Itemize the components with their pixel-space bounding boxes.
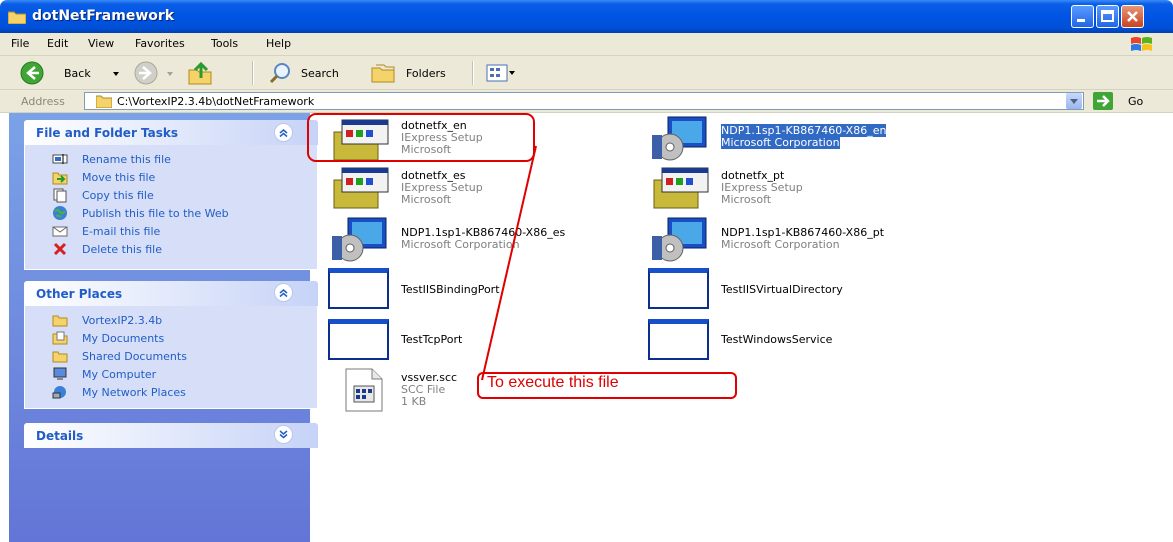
task-publish[interactable]: Publish this file to the Web <box>82 207 229 220</box>
maximize-button[interactable] <box>1096 5 1119 28</box>
toolbar <box>0 56 1173 90</box>
rename-icon <box>52 151 68 167</box>
installer-icon[interactable] <box>648 166 710 210</box>
folders-icon[interactable] <box>370 61 396 85</box>
my-computer-icon <box>52 366 68 382</box>
views-icon[interactable] <box>486 62 516 84</box>
copy-icon <box>52 187 68 203</box>
windows-installer-icon[interactable] <box>328 216 390 262</box>
windows-installer-icon[interactable] <box>648 115 710 161</box>
minimize-button[interactable] <box>1071 5 1094 28</box>
task-email[interactable]: E-mail this file <box>82 225 160 238</box>
folder-icon <box>95 94 113 109</box>
address-dropdown-button[interactable] <box>1066 93 1082 109</box>
panel-title: Details <box>36 429 84 443</box>
delete-icon <box>52 241 68 257</box>
collapse-chevron-icon[interactable] <box>274 283 293 302</box>
file-company: Microsoft Corporation <box>401 238 520 251</box>
annotation-highlight-box <box>307 113 535 162</box>
place-vortexip[interactable]: VortexIP2.3.4b <box>82 314 162 327</box>
task-rename[interactable]: Rename this file <box>82 153 171 166</box>
panel-title: File and Folder Tasks <box>36 126 179 140</box>
back-dropdown-icon[interactable] <box>112 68 120 76</box>
scc-file-icon[interactable] <box>344 368 384 412</box>
file-name[interactable]: TestIISVirtualDirectory <box>721 283 843 296</box>
file-name[interactable]: TestTcpPort <box>401 333 462 346</box>
place-my-documents[interactable]: My Documents <box>82 332 164 345</box>
expand-chevron-icon[interactable] <box>274 425 293 444</box>
application-window-icon[interactable] <box>328 319 389 360</box>
publish-web-icon <box>52 205 68 221</box>
annotation-text: To execute this file <box>487 374 619 391</box>
folder-icon <box>52 312 68 328</box>
toolbar-separator <box>252 61 254 85</box>
windows-installer-icon[interactable] <box>648 216 710 262</box>
file-company: Microsoft <box>721 193 772 206</box>
go-arrow-icon[interactable] <box>1093 92 1113 110</box>
file-name[interactable]: TestIISBindingPort <box>401 283 500 296</box>
installer-icon[interactable] <box>328 166 390 210</box>
search-icon[interactable] <box>268 61 292 85</box>
address-value[interactable]: C:\VortexIP2.3.4b\dotNetFramework <box>117 95 314 108</box>
task-copy[interactable]: Copy this file <box>82 189 154 202</box>
menu-file[interactable]: File <box>11 37 29 50</box>
place-my-computer[interactable]: My Computer <box>82 368 156 381</box>
go-button[interactable]: Go <box>1128 95 1143 108</box>
folder-icon <box>52 348 68 364</box>
file-company: Microsoft Corporation <box>721 238 840 251</box>
toolbar-separator <box>472 61 474 85</box>
network-places-icon <box>52 384 68 400</box>
application-window-icon[interactable] <box>328 268 389 309</box>
explorer-window: dotNetFramework File Edit View Favorites… <box>0 0 1173 542</box>
search-button[interactable]: Search <box>301 67 339 80</box>
file-size: 1 KB <box>401 395 427 408</box>
close-button[interactable] <box>1121 5 1144 28</box>
forward-dropdown-icon[interactable] <box>166 68 174 76</box>
back-button[interactable]: Back <box>64 67 91 80</box>
panel-title: Other Places <box>36 287 123 301</box>
application-window-icon[interactable] <box>648 319 709 360</box>
menu-tools[interactable]: Tools <box>211 37 238 50</box>
task-move[interactable]: Move this file <box>82 171 155 184</box>
file-company: Microsoft Corporation <box>721 136 840 149</box>
move-icon <box>52 169 68 185</box>
task-delete[interactable]: Delete this file <box>82 243 162 256</box>
address-label: Address <box>21 95 65 108</box>
folder-icon <box>7 10 27 25</box>
file-company: Microsoft <box>401 193 452 206</box>
my-documents-icon <box>52 330 68 346</box>
windows-logo-icon <box>1128 35 1154 53</box>
window-title: dotNetFramework <box>32 8 175 24</box>
email-icon <box>52 223 68 239</box>
menu-favorites[interactable]: Favorites <box>135 37 185 50</box>
menu-help[interactable]: Help <box>266 37 291 50</box>
up-folder-icon[interactable] <box>187 60 213 86</box>
menu-view[interactable]: View <box>88 37 114 50</box>
file-name[interactable]: TestWindowsService <box>721 333 832 346</box>
forward-arrow-icon[interactable] <box>134 61 158 85</box>
collapse-chevron-icon[interactable] <box>274 123 293 142</box>
application-window-icon[interactable] <box>648 268 709 309</box>
menu-edit[interactable]: Edit <box>47 37 68 50</box>
place-shared-documents[interactable]: Shared Documents <box>82 350 187 363</box>
back-arrow-icon[interactable] <box>20 61 44 85</box>
place-network-places[interactable]: My Network Places <box>82 386 186 399</box>
title-bar[interactable] <box>0 0 1173 33</box>
folders-button[interactable]: Folders <box>406 67 446 80</box>
